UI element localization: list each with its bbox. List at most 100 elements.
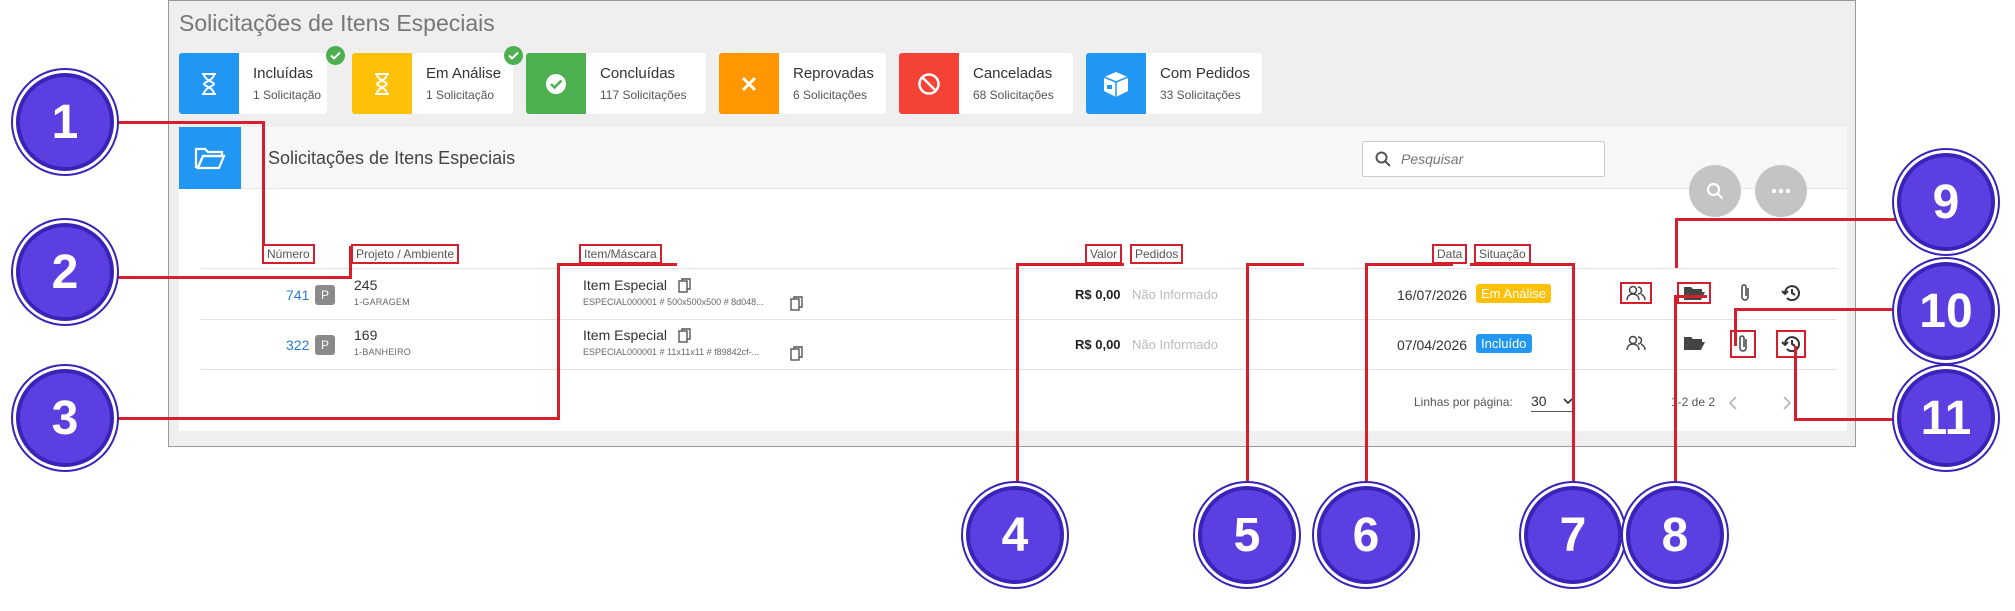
search-input[interactable]: [1401, 151, 1581, 167]
rows-per-page-value: 30: [1531, 392, 1547, 409]
stat-card-em-analise[interactable]: Em Análise 1 Solicitação: [352, 46, 523, 114]
more-options-button[interactable]: [1755, 165, 1807, 217]
folder-open-icon: [1684, 287, 1705, 300]
stat-count: 1 Solicitação: [426, 88, 495, 102]
stat-count: 33 Solicitações: [1160, 88, 1241, 102]
folder-action-button[interactable]: [1677, 282, 1711, 304]
column-header-numero[interactable]: Número: [262, 244, 315, 264]
stat-card-concluidas[interactable]: Concluídas 117 Solicitações: [526, 53, 706, 114]
callout-2: 2: [16, 223, 114, 321]
stat-count: 6 Solicitações: [793, 88, 868, 102]
rows-per-page-select[interactable]: 30: [1531, 390, 1575, 412]
callout-8: 8: [1626, 486, 1724, 584]
callout-5: 5: [1198, 486, 1296, 584]
status-badge: Em Análise: [1476, 284, 1552, 303]
panel-header: Solicitações de Itens Especiais: [179, 127, 1847, 189]
copy-icon[interactable]: [678, 278, 691, 293]
stat-card-incluidas[interactable]: Incluídas 1 Solicitação: [179, 46, 345, 114]
stat-label: Em Análise: [426, 65, 502, 82]
history-action-button[interactable]: [1778, 282, 1804, 304]
page-title: Solicitações de Itens Especiais: [179, 10, 495, 36]
callout-9: 9: [1897, 153, 1995, 251]
request-date: 07/04/2026: [1397, 337, 1468, 353]
table-row[interactable]: 741 P 245 1-GARAGEM Item Especial ESPECI…: [179, 269, 1847, 319]
callout-4: 4: [966, 486, 1064, 584]
copy-icon[interactable]: [790, 296, 803, 311]
callout-1: 1: [16, 73, 114, 171]
search-field[interactable]: [1362, 141, 1605, 177]
chevron-left-icon[interactable]: [1729, 396, 1737, 410]
stat-label: Com Pedidos: [1160, 65, 1251, 82]
copy-icon[interactable]: [790, 346, 803, 361]
column-header-pedidos[interactable]: Pedidos: [1130, 244, 1184, 264]
item-name: Item Especial: [583, 327, 668, 343]
folder-action-button[interactable]: [1681, 332, 1707, 354]
stat-card-canceladas[interactable]: Canceladas 68 Solicitações: [899, 53, 1073, 114]
item-mask: ESPECIAL000001 # 11x11x11 # f89842cf-...: [583, 347, 760, 357]
request-date: 16/07/2026: [1397, 287, 1468, 303]
check-badge-icon: [504, 46, 523, 65]
column-header-data[interactable]: Data: [1432, 244, 1468, 264]
orders-info: Não Informado: [1132, 287, 1218, 302]
value-amount: R$ 0,00: [1075, 337, 1121, 352]
column-header-projeto[interactable]: Projeto / Ambiente: [351, 244, 460, 264]
callout-11: 11: [1897, 369, 1995, 467]
project-number: 169: [354, 327, 378, 343]
project-badge: P: [315, 285, 335, 305]
orders-info: Não Informado: [1132, 337, 1218, 352]
stat-card-reprovadas[interactable]: Reprovadas 6 Solicitações: [719, 53, 886, 114]
paperclip-icon: [1741, 284, 1749, 301]
search-icon: [1706, 182, 1724, 200]
project-number: 245: [354, 277, 378, 293]
pagination-range: 1-2 de 2: [1671, 395, 1716, 409]
attachment-action-button[interactable]: [1732, 282, 1758, 304]
stat-count: 1 Solicitação: [253, 88, 322, 102]
chevron-right-icon[interactable]: [1783, 396, 1791, 410]
column-header-valor[interactable]: Valor: [1085, 244, 1123, 264]
history-action-button[interactable]: [1776, 330, 1806, 358]
requests-panel: Solicitações de Itens Especiais Número P…: [179, 127, 1847, 431]
table-row[interactable]: 322 P 169 1-BANHEIRO Item Especial ESPEC…: [179, 319, 1847, 369]
request-number-link[interactable]: 322: [286, 337, 309, 353]
stat-label: Reprovadas: [793, 65, 874, 82]
users-action-button[interactable]: [1623, 332, 1649, 354]
callout-3: 3: [16, 369, 114, 467]
stat-count: 68 Solicitações: [973, 88, 1054, 102]
stat-label: Canceladas: [973, 65, 1053, 82]
column-header-situacao[interactable]: Situação: [1474, 244, 1531, 264]
hourglass-icon: [352, 53, 412, 114]
folder-open-icon: [179, 127, 241, 189]
stat-label: Concluídas: [600, 65, 676, 82]
check-badge-icon: [326, 46, 345, 65]
history-icon: [1781, 285, 1800, 302]
item-mask: ESPECIAL000001 # 500x500x500 # 8d048...: [583, 297, 764, 307]
callout-7: 7: [1524, 486, 1622, 584]
environment-name: 1-BANHEIRO: [354, 347, 412, 357]
stat-label: Incluídas: [253, 65, 314, 82]
ban-icon: [899, 53, 959, 114]
callout-6: 6: [1317, 486, 1415, 584]
box-icon: [1086, 53, 1146, 114]
users-icon: [1626, 335, 1646, 351]
column-header-item[interactable]: Item/Máscara: [579, 244, 662, 264]
history-icon: [1781, 336, 1800, 353]
search-icon: [1375, 151, 1391, 167]
folder-open-icon: [1684, 337, 1705, 350]
stat-count: 117 Solicitações: [600, 88, 687, 102]
copy-icon[interactable]: [678, 328, 691, 343]
hourglass-icon: [179, 53, 239, 114]
search-button[interactable]: [1689, 165, 1741, 217]
x-icon: [719, 53, 779, 114]
stat-card-com-pedidos[interactable]: Com Pedidos 33 Solicitações: [1086, 53, 1262, 114]
divider: [201, 369, 1837, 370]
panel-title: Solicitações de Itens Especiais: [268, 148, 516, 168]
project-badge: P: [315, 335, 335, 355]
request-number-link[interactable]: 741: [286, 287, 309, 303]
users-action-button[interactable]: [1620, 282, 1652, 304]
check-circle-icon: [526, 53, 586, 114]
app-screen: Solicitações de Itens Especiais Incluída…: [168, 0, 1856, 447]
users-icon: [1626, 285, 1646, 301]
rows-per-page-label: Linhas por página:: [1414, 395, 1513, 409]
environment-name: 1-GARAGEM: [354, 297, 410, 307]
status-badge: Incluído: [1476, 334, 1532, 353]
